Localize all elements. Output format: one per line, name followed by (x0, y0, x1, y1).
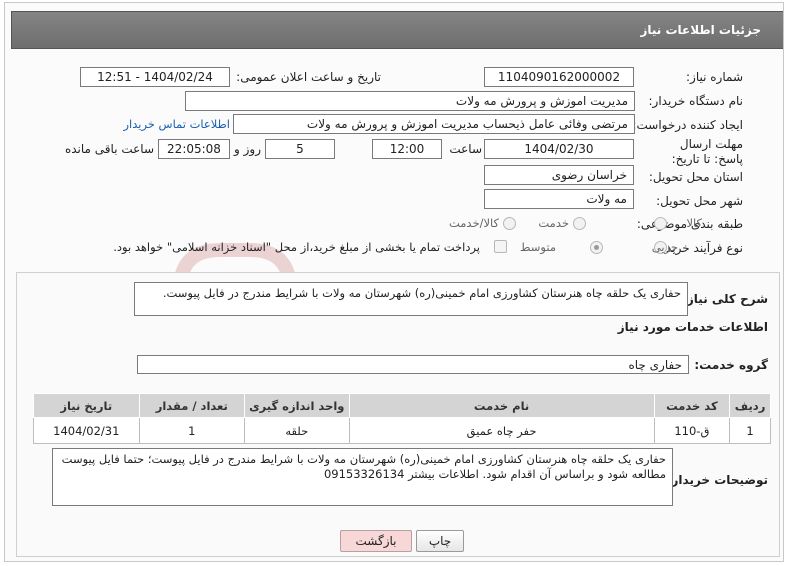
process-medium-label: متوسط (519, 240, 556, 254)
summary-label: شرح کلی نیاز: (682, 292, 768, 306)
treasury-payment-checkbox[interactable] (494, 240, 507, 253)
buyer-org-label: نام دستگاه خریدار: (648, 94, 744, 108)
summary-textarea[interactable]: حفاری یک حلقه چاه هنرستان کشاورزی امام خ… (134, 282, 688, 316)
cell-service-code: ق-110 (653, 417, 731, 444)
cell-quantity: 1 (138, 417, 246, 444)
province-label: استان محل تحویل: (648, 170, 743, 184)
category-goods-service-label: کالا/خدمت (448, 216, 499, 230)
services-table: ردیف کد خدمت نام خدمت واحد اندازه گیری ت… (33, 393, 771, 444)
col-header-name: نام خدمت (348, 393, 655, 418)
announce-label: تاریخ و ساعت اعلان عمومی: (236, 70, 381, 84)
city-label: شهر محل تحویل: (656, 194, 743, 208)
treasury-payment-note: پرداخت تمام یا بخشی از مبلغ خرید،از محل … (113, 240, 480, 254)
need-number-label: شماره نیاز: (686, 70, 743, 84)
remaining-label: ساعت باقی مانده (64, 142, 154, 156)
col-header-quantity: تعداد / مقدار (138, 393, 246, 418)
creator-label: ایجاد کننده درخواست: (632, 118, 743, 132)
category-goods-label: کالا (686, 216, 702, 230)
deadline-time-label: ساعت (449, 142, 482, 156)
remaining-days-field: 5 (265, 139, 335, 159)
category-service-radio[interactable] (573, 217, 586, 230)
buyer-contact-link[interactable]: اطلاعات تماس خریدار (123, 117, 230, 131)
deadline-time-field: 12:00 (372, 139, 442, 159)
deadline-date-field: 1404/02/30 (484, 139, 634, 159)
category-goods-service-radio[interactable] (503, 217, 516, 230)
table-row: 1 ق-110 حفر چاه عمیق حلقه 1 1404/02/31 (33, 417, 771, 444)
service-group-label: گروه خدمت: (694, 358, 768, 372)
category-service-label: خدمت (538, 216, 569, 230)
buyer-notes-textarea[interactable]: حفاری یک حلقه چاه هنرستان کشاورزی امام خ… (52, 448, 673, 506)
process-medium-radio[interactable] (590, 241, 603, 254)
remaining-time-field: 22:05:08 (158, 139, 230, 159)
deadline-label: مهلت ارسال پاسخ: تا تاریخ: (671, 137, 743, 166)
process-minor-label: جزیی (651, 240, 678, 254)
announce-datetime-field: 1404/02/24 - 12:51 (80, 67, 230, 87)
buyer-org-field: مدیریت اموزش و پرورش مه ولات (185, 91, 635, 111)
buyer-notes-label: توضیحات خریدار: (666, 473, 768, 487)
table-header-row: ردیف کد خدمت نام خدمت واحد اندازه گیری ت… (33, 393, 771, 418)
cell-service-name: حفر چاه عمیق (348, 417, 655, 444)
col-header-code: کد خدمت (653, 393, 731, 418)
col-header-date: تاریخ نیاز (33, 393, 140, 418)
city-field: مه ولات (484, 189, 634, 209)
header-bar: جزئیات اطلاعات نیاز (11, 11, 783, 49)
need-number-field: 1104090162000002 (484, 67, 634, 87)
back-button[interactable]: بازگشت (340, 530, 412, 552)
creator-field: مرتضی وفائی عامل ذیحساب مدیریت اموزش و پ… (233, 114, 635, 134)
col-header-row: ردیف (729, 393, 771, 418)
service-group-field: حفاری چاه (137, 355, 689, 374)
cell-row-number: 1 (729, 417, 771, 444)
col-header-unit: واحد اندازه گیری (244, 393, 350, 418)
cell-need-date: 1404/02/31 (33, 417, 140, 444)
print-button[interactable]: چاپ (416, 530, 464, 552)
province-field: خراسان رضوی (484, 165, 634, 185)
services-heading: اطلاعات خدمات مورد نیاز (617, 320, 768, 334)
cell-unit: حلقه (244, 417, 350, 444)
category-goods-radio[interactable] (654, 217, 667, 230)
page-title: جزئیات اطلاعات نیاز (640, 23, 761, 37)
days-label: روز و (234, 142, 261, 156)
